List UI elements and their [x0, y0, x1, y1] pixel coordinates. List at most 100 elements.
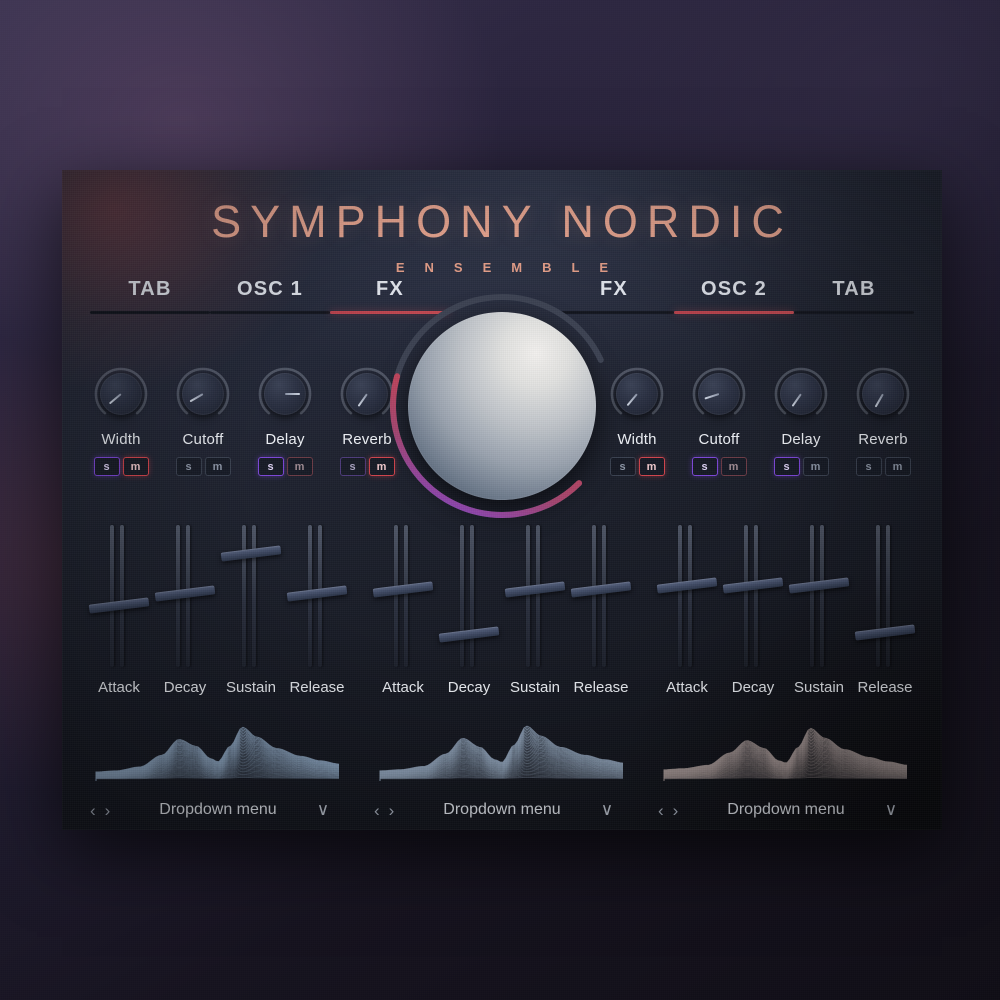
knob-cutoff[interactable] — [691, 366, 747, 422]
slider-handle[interactable] — [722, 576, 784, 594]
knob-cell-cutoff: Cutoff s m — [684, 366, 754, 476]
master-sphere-knob[interactable] — [384, 288, 620, 524]
slider-release[interactable] — [854, 525, 916, 667]
chevron-left-icon[interactable]: ‹ — [658, 802, 664, 819]
chevron-down-icon[interactable]: ∨ — [864, 800, 918, 820]
slider-handle[interactable] — [656, 576, 718, 594]
tab-label: OSC 1 — [236, 278, 304, 300]
knob-delay[interactable] — [773, 366, 829, 422]
slider-sustain[interactable] — [220, 525, 282, 667]
mute-button-width[interactable]: m — [122, 457, 149, 476]
slider-attack[interactable] — [88, 525, 150, 667]
knob-cutoff[interactable] — [175, 366, 231, 422]
slider-rail — [688, 525, 692, 667]
slider-rail — [810, 525, 814, 667]
slider-decay[interactable] — [154, 525, 216, 667]
slider-handle[interactable] — [504, 581, 566, 598]
chevron-right-icon[interactable]: › — [389, 802, 395, 819]
slider-handle[interactable] — [372, 581, 434, 598]
mute-button-delay[interactable]: m — [286, 457, 313, 476]
slider-handle[interactable] — [570, 581, 632, 598]
slider-handle[interactable] — [154, 585, 216, 602]
tab-left-osc1[interactable]: OSC 1 — [210, 278, 330, 314]
mute-button-cutoff[interactable]: m — [720, 457, 747, 476]
slider-group-2: Attack Decay Sustain Release — [370, 525, 634, 696]
mute-button-reverb[interactable]: m — [884, 457, 911, 476]
chevron-down-icon[interactable]: ∨ — [580, 800, 634, 820]
knob-pointer — [357, 393, 368, 407]
tab-underline — [674, 311, 794, 314]
slider-sustain[interactable] — [788, 525, 850, 667]
slider-label: Attack — [382, 679, 424, 696]
dropdown-label[interactable]: Dropdown menu — [708, 801, 864, 819]
slider-handle[interactable] — [788, 576, 850, 594]
mute-button-cutoff[interactable]: m — [204, 457, 231, 476]
waveform-display — [370, 713, 634, 785]
slider-rail — [876, 525, 880, 667]
solo-button-cutoff[interactable]: s — [175, 457, 202, 476]
wave-panel-1: ‹ › Dropdown menu ∨ — [86, 713, 350, 823]
slider-attack[interactable] — [656, 525, 718, 667]
knob-body — [182, 373, 224, 415]
tab-underline — [90, 311, 210, 314]
slider-rail — [460, 525, 464, 667]
mute-button-delay[interactable]: m — [802, 457, 829, 476]
knob-reverb[interactable] — [855, 366, 911, 422]
slider-release[interactable] — [286, 525, 348, 667]
solo-button-delay[interactable]: s — [773, 457, 800, 476]
master-knob-arc — [390, 294, 604, 518]
dropdown-row: ‹ › Dropdown menu ∨ — [86, 797, 350, 823]
slider-handle[interactable] — [220, 545, 282, 563]
wave-panel-3: ‹ › Dropdown menu ∨ — [654, 713, 918, 823]
chevron-down-icon[interactable]: ∨ — [296, 800, 350, 820]
chevron-right-icon[interactable]: › — [105, 802, 111, 819]
chevron-left-icon[interactable]: ‹ — [90, 802, 96, 819]
knob-pointer — [626, 393, 638, 407]
mute-button-width[interactable]: m — [638, 457, 665, 476]
slider-rail — [110, 525, 114, 667]
slider-rail — [744, 525, 748, 667]
slider-rail — [602, 525, 606, 667]
solo-button-width[interactable]: s — [93, 457, 120, 476]
tab-right-osc2[interactable]: OSC 2 — [674, 278, 794, 314]
slider-cell-attack: Attack — [86, 525, 152, 696]
solo-mute-row: sm — [855, 457, 911, 476]
chevron-left-icon[interactable]: ‹ — [374, 802, 380, 819]
knob-delay[interactable] — [257, 366, 313, 422]
slider-cell-release: Release — [852, 525, 918, 696]
tab-right-tab[interactable]: TAB — [794, 278, 914, 314]
knob-body — [698, 373, 740, 415]
dropdown-row: ‹ › Dropdown menu ∨ — [654, 797, 918, 823]
slider-handle[interactable] — [88, 596, 150, 614]
knob-width[interactable] — [93, 366, 149, 422]
solo-button-reverb[interactable]: s — [855, 457, 882, 476]
dropdown-label[interactable]: Dropdown menu — [140, 801, 296, 819]
knob-label: Width — [101, 431, 141, 448]
tab-label: TAB — [832, 278, 876, 300]
app-background: SYMPHONY NORDIC ENSEMBLE TAB OSC 1 FX FX — [0, 0, 1000, 1000]
slider-release[interactable] — [570, 525, 632, 667]
knob-label: Delay — [265, 431, 305, 448]
slider-cell-attack: Attack — [370, 525, 436, 696]
knob-body — [616, 373, 658, 415]
wave-panel-2: ‹ › Dropdown menu ∨ — [370, 713, 634, 823]
slider-sustain[interactable] — [504, 525, 566, 667]
slider-decay[interactable] — [722, 525, 784, 667]
solo-button-delay[interactable]: s — [257, 457, 284, 476]
slider-rail — [404, 525, 408, 667]
dropdown-label[interactable]: Dropdown menu — [424, 801, 580, 819]
chevron-right-icon[interactable]: › — [673, 802, 679, 819]
slider-cell-sustain: Sustain — [786, 525, 852, 696]
knob-pointer — [874, 393, 884, 408]
slider-handle[interactable] — [438, 626, 500, 643]
slider-handle[interactable] — [854, 623, 916, 641]
slider-cell-release: Release — [568, 525, 634, 696]
tab-left-tab[interactable]: TAB — [90, 278, 210, 314]
solo-button-reverb[interactable]: s — [339, 457, 366, 476]
slider-decay[interactable] — [438, 525, 500, 667]
slider-attack[interactable] — [372, 525, 434, 667]
knob-body — [862, 373, 904, 415]
slider-handle[interactable] — [286, 585, 348, 602]
slider-rail — [394, 525, 398, 667]
solo-button-cutoff[interactable]: s — [691, 457, 718, 476]
